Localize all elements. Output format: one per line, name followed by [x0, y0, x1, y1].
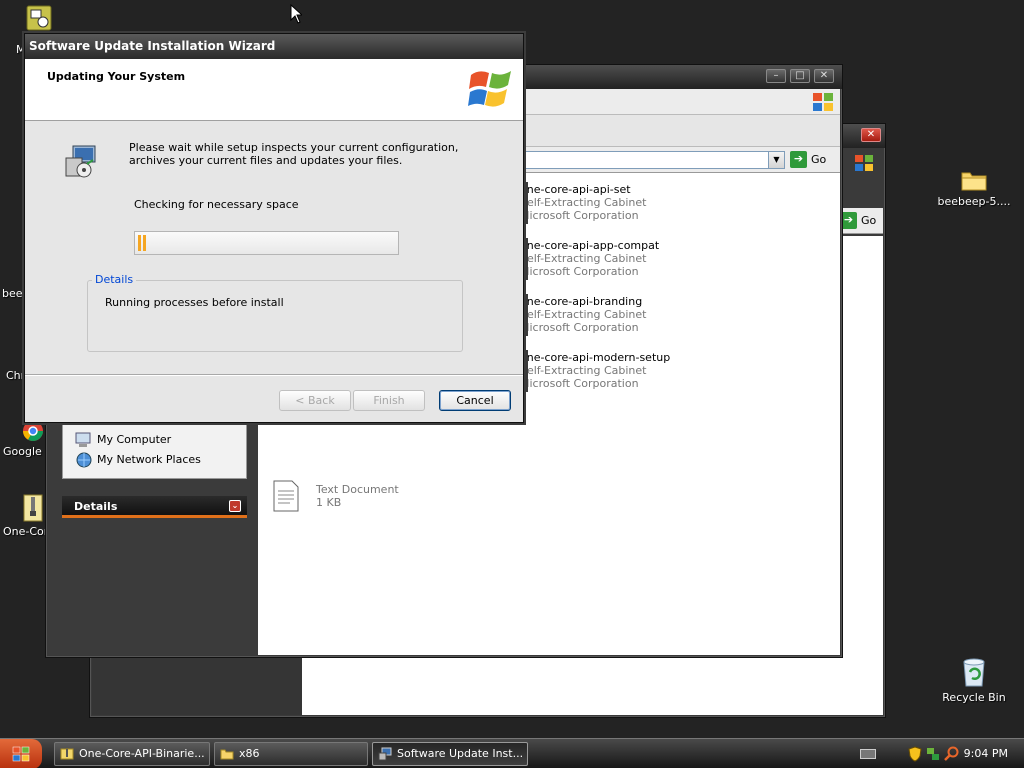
- back-button[interactable]: < Back: [279, 390, 351, 411]
- start-button[interactable]: [0, 739, 42, 768]
- taskbar-item-x86[interactable]: x86: [214, 742, 368, 766]
- maximize-button[interactable]: □: [790, 69, 810, 83]
- collapse-chevron-icon[interactable]: ⌄: [229, 500, 241, 512]
- system-tray: 9:04 PM: [902, 739, 1024, 768]
- keyboard-icon[interactable]: [860, 749, 876, 759]
- search-tray-icon[interactable]: [944, 746, 960, 762]
- recycle-bin-icon: [963, 658, 985, 687]
- desktop-icon-label: One-Cor: [3, 525, 46, 538]
- progress-fill: [138, 235, 146, 251]
- windows-start-icon: [12, 746, 30, 762]
- go-button[interactable]: ➔ Go: [790, 151, 834, 169]
- wizard-header: Updating Your System: [25, 59, 523, 121]
- desktop-icon-label: Recycle Bin: [942, 691, 1006, 704]
- file-item[interactable]: one-core-api-api-set Self-Extracting Cab…: [520, 183, 646, 227]
- other-place-my-computer[interactable]: My Computer: [63, 430, 246, 450]
- file-item[interactable]: one-core-api-app-compat Self-Extracting …: [520, 239, 659, 283]
- details-panel-header[interactable]: Details ⌄: [62, 496, 247, 518]
- finish-button[interactable]: Finish: [353, 390, 425, 411]
- taskbar-item-software-update[interactable]: Software Update Inst...: [372, 742, 528, 766]
- chrome-icon: [23, 421, 43, 441]
- file-item-text-document[interactable]: Text Document 1 KB: [316, 483, 399, 527]
- desktop-icon-recycle-bin[interactable]: Recycle Bin: [936, 656, 1012, 704]
- other-place-my-network-places[interactable]: My Network Places: [63, 450, 246, 470]
- mouse-cursor-icon: [290, 4, 302, 24]
- security-shield-icon[interactable]: [908, 746, 922, 762]
- taskbar: One-Core-API-Binarie... x86 Software Upd…: [0, 738, 1024, 768]
- details-legend: Details: [92, 273, 137, 286]
- desktop-icon-google-chrome[interactable]: Google C: [0, 420, 46, 458]
- network-places-icon: [76, 452, 92, 468]
- my-computer-icon: [75, 432, 91, 447]
- close-button[interactable]: ✕: [861, 128, 881, 142]
- details-groupbox: Details Running processes before install: [87, 273, 463, 352]
- address-input[interactable]: [523, 151, 785, 169]
- wizard-status-text: Checking for necessary space: [134, 198, 299, 211]
- windows-flag-icon: [854, 154, 874, 175]
- go-label: Go: [861, 214, 877, 227]
- minimize-button[interactable]: –: [766, 69, 786, 83]
- wizard-separator: [25, 374, 523, 376]
- wizard-description: Please wait while setup inspects your cu…: [129, 141, 459, 167]
- go-label: Go: [811, 153, 827, 166]
- windows-flag-icon: [812, 92, 834, 115]
- desktop-icon-top[interactable]: M: [1, 4, 77, 56]
- cancel-button[interactable]: Cancel: [439, 390, 511, 411]
- network-app-icon: [26, 5, 52, 31]
- folder-icon: [961, 172, 987, 191]
- network-tray-icon[interactable]: [926, 746, 940, 762]
- desktop-icon-one-core[interactable]: One-Cor: [0, 494, 46, 538]
- text-document-icon: [273, 480, 299, 512]
- file-item[interactable]: one-core-api-branding Self-Extracting Ca…: [520, 295, 646, 339]
- other-places-box: My Computer My Network Places: [62, 421, 247, 479]
- go-button[interactable]: ➔ Go: [840, 212, 876, 230]
- details-text: Running processes before install: [105, 296, 284, 309]
- setup-install-icon: [65, 145, 96, 178]
- folder-icon: [220, 749, 234, 760]
- update-wizard-dialog[interactable]: Software Update Installation Wizard Upda…: [24, 33, 524, 423]
- install-progress-bar: [134, 231, 399, 255]
- file-item[interactable]: one-core-api-modern-setup Self-Extractin…: [520, 351, 670, 395]
- clock: 9:04 PM: [963, 747, 1008, 760]
- desktop-icon-beebeep-folder[interactable]: beebeep-5....: [936, 168, 1012, 208]
- setup-icon: [378, 747, 392, 761]
- windows-logo-icon: [468, 71, 511, 107]
- go-arrow-icon: ➔: [790, 151, 807, 168]
- desktop-icon-label: Google C: [3, 445, 46, 458]
- address-dropdown-button[interactable]: ▼: [768, 151, 785, 169]
- zip-folder-icon: [60, 748, 74, 760]
- taskbar-item-one-core-binaries[interactable]: One-Core-API-Binarie...: [54, 742, 210, 766]
- wizard-title-bar[interactable]: Software Update Installation Wizard: [25, 34, 523, 59]
- wizard-heading: Updating Your System: [47, 70, 186, 83]
- zip-file-icon: [23, 494, 43, 522]
- desktop-icon-label: beebeep-5....: [937, 195, 1011, 208]
- close-button[interactable]: ✕: [814, 69, 834, 83]
